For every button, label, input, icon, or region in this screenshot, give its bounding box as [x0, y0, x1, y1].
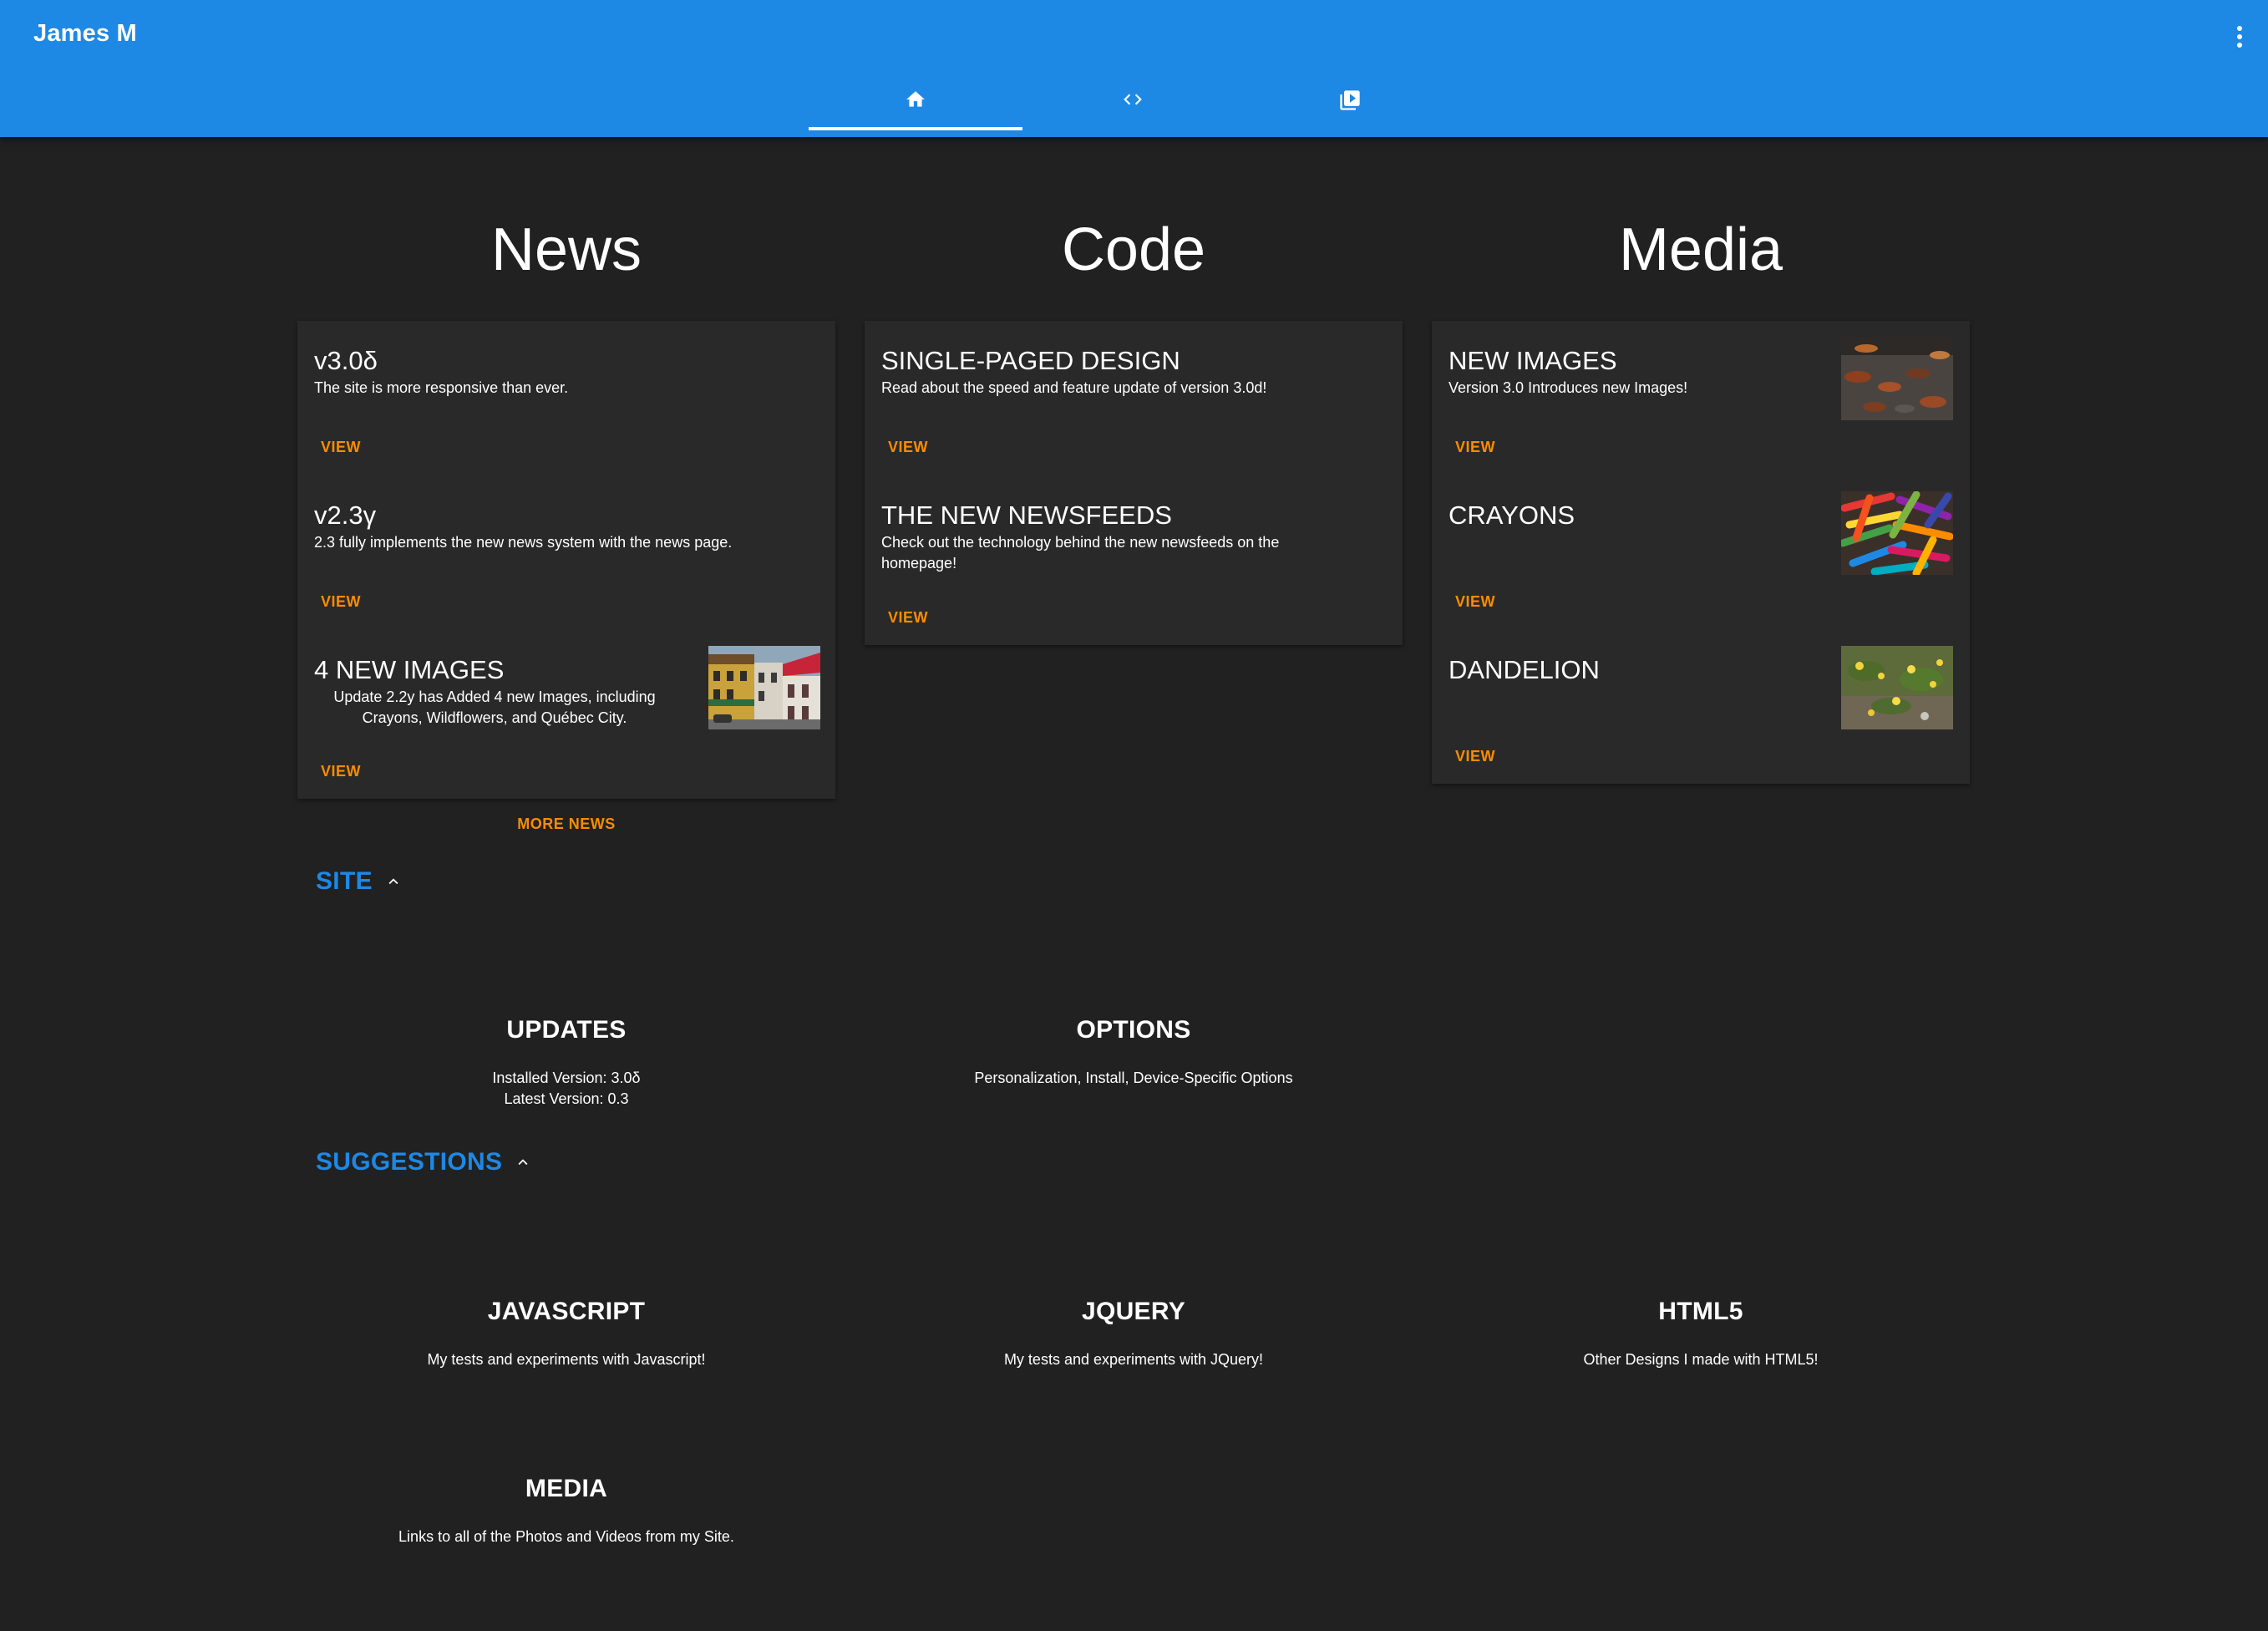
- tab-code[interactable]: [1026, 82, 1240, 130]
- options-link[interactable]: OPTIONS Personalization, Install, Device…: [865, 1016, 1403, 1089]
- html5-desc: Other Designs I made with HTML5!: [1583, 1351, 1819, 1368]
- media-item: NEW IMAGES Version 3.0 Introduces new Im…: [1432, 321, 1970, 475]
- html5-link[interactable]: HTML5 Other Designs I made with HTML5!: [1432, 1298, 1970, 1370]
- media-item: CRAYONS VIEW: [1432, 475, 1970, 630]
- media-item-title: DANDELION: [1449, 655, 1600, 684]
- view-button[interactable]: VIEW: [321, 439, 361, 456]
- media-desc: Links to all of the Photos and Videos fr…: [398, 1528, 734, 1545]
- autumn-leaves-thumbnail[interactable]: [1841, 337, 1953, 420]
- updates-desc: Installed Version: 3.0δ Latest Version: …: [297, 1068, 835, 1110]
- javascript-link[interactable]: JAVASCRIPT My tests and experiments with…: [297, 1298, 835, 1370]
- video-library-icon: [1340, 90, 1360, 110]
- installed-version: Installed Version: 3.0δ: [492, 1070, 641, 1086]
- code-item-desc: Read about the speed and feature update …: [881, 379, 1267, 396]
- autumn-leaves-image: [1841, 337, 1953, 420]
- media-item-desc: Version 3.0 Introduces new Images!: [1449, 379, 1688, 396]
- jquery-link[interactable]: JQUERY My tests and experiments with JQu…: [865, 1298, 1403, 1370]
- dandelion-image: [1841, 646, 1953, 729]
- news-item: v2.3γ 2.3 fully implements the new news …: [297, 475, 835, 630]
- code-card: SINGLE-PAGED DESIGN Read about the speed…: [865, 321, 1403, 645]
- dandelion-thumbnail[interactable]: [1841, 646, 1953, 729]
- updates-link[interactable]: UPDATES Installed Version: 3.0δ Latest V…: [297, 1016, 835, 1110]
- quebec-city-thumbnail[interactable]: [708, 646, 820, 729]
- view-button[interactable]: VIEW: [1455, 593, 1495, 611]
- tab-bar: [809, 82, 1460, 130]
- news-item-desc: The site is more responsive than ever.: [314, 379, 569, 396]
- code-item-title: THE NEW NEWSFEEDS: [881, 500, 1172, 530]
- media-item: DANDELION VIEW: [1432, 630, 1970, 784]
- code-icon: [1124, 94, 1142, 105]
- app-title[interactable]: James M: [33, 20, 137, 48]
- suggestions-section-toggle[interactable]: SUGGESTIONS: [316, 1148, 532, 1176]
- code-item: SINGLE-PAGED DESIGN Read about the speed…: [865, 321, 1403, 475]
- media-card: NEW IMAGES Version 3.0 Introduces new Im…: [1432, 321, 1970, 784]
- media-heading: Media: [1618, 216, 1783, 283]
- latest-version: Latest Version: 0.3: [504, 1090, 629, 1107]
- news-card: v3.0δ The site is more responsive than e…: [297, 321, 835, 799]
- media-item-title: CRAYONS: [1449, 500, 1575, 530]
- code-item-title: SINGLE-PAGED DESIGN: [881, 346, 1180, 375]
- news-heading: News: [490, 216, 642, 283]
- crayons-image: [1841, 491, 1953, 575]
- javascript-desc: My tests and experiments with Javascript…: [427, 1351, 706, 1368]
- media-item-title: NEW IMAGES: [1449, 346, 1617, 375]
- app-bar: James M: [0, 0, 2268, 137]
- updates-title: UPDATES: [506, 1016, 627, 1044]
- suggestions-section-label: SUGGESTIONS: [316, 1148, 503, 1176]
- view-button[interactable]: VIEW: [1455, 439, 1495, 456]
- news-item-desc: Update 2.2y has Added 4 new Images, incl…: [333, 688, 656, 726]
- chevron-up-icon: [518, 1159, 528, 1166]
- news-item-title: v2.3γ: [314, 500, 377, 530]
- site-section-toggle[interactable]: SITE: [316, 867, 403, 896]
- view-button[interactable]: VIEW: [1455, 748, 1495, 765]
- view-button[interactable]: VIEW: [888, 439, 928, 456]
- view-button[interactable]: VIEW: [888, 609, 928, 627]
- site-section-label: SITE: [316, 867, 373, 895]
- home-icon: [906, 91, 925, 107]
- news-item: 4 NEW IMAGES Update 2.2y has Added 4 new…: [297, 630, 835, 799]
- media-title: MEDIA: [525, 1475, 608, 1502]
- jquery-desc: My tests and experiments with JQuery!: [1003, 1351, 1264, 1368]
- options-desc-text: Personalization, Install, Device-Specifi…: [974, 1070, 1293, 1086]
- chevron-up-icon: [388, 878, 398, 885]
- tab-home[interactable]: [809, 82, 1022, 130]
- more-vert-icon[interactable]: [2225, 20, 2255, 53]
- options-title: OPTIONS: [1076, 1016, 1191, 1044]
- crayons-thumbnail[interactable]: [1841, 491, 1953, 575]
- javascript-title: JAVASCRIPT: [487, 1298, 646, 1325]
- code-heading: Code: [1061, 216, 1206, 283]
- news-item-title: 4 NEW IMAGES: [314, 655, 505, 684]
- more-news-button[interactable]: MORE NEWS: [297, 816, 835, 833]
- quebec-city-image: [708, 646, 820, 729]
- news-item: v3.0δ The site is more responsive than e…: [297, 321, 835, 475]
- jquery-title: JQUERY: [1081, 1298, 1186, 1325]
- media-link[interactable]: MEDIA Links to all of the Photos and Vid…: [297, 1475, 835, 1547]
- options-desc: Personalization, Install, Device-Specifi…: [865, 1068, 1403, 1089]
- news-item-title: v3.0δ: [314, 346, 378, 375]
- code-item-desc: Check out the technology behind the new …: [881, 534, 1280, 572]
- code-item: THE NEW NEWSFEEDS Check out the technolo…: [865, 475, 1403, 645]
- tab-media[interactable]: [1243, 82, 1457, 130]
- html5-title: HTML5: [1658, 1298, 1743, 1325]
- news-item-desc: 2.3 fully implements the new news system…: [314, 534, 733, 551]
- tab-indicator: [809, 127, 1022, 130]
- view-button[interactable]: VIEW: [321, 593, 361, 611]
- view-button[interactable]: VIEW: [321, 763, 361, 780]
